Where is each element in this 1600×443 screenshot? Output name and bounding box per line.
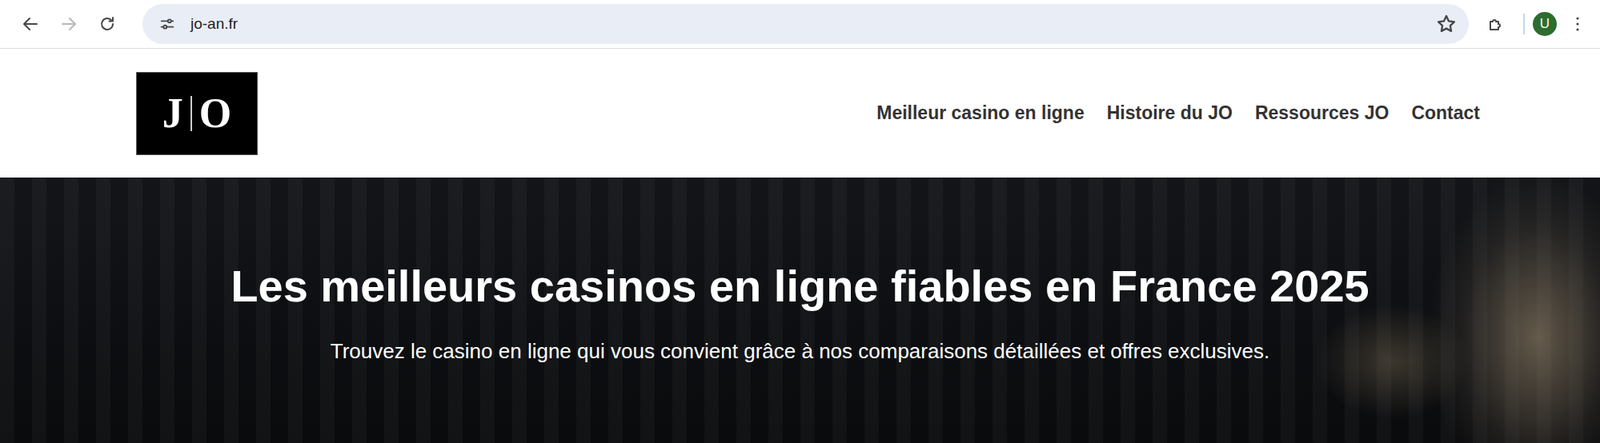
tune-icon [158,15,177,33]
back-button[interactable] [11,4,50,44]
kebab-menu-icon [1567,14,1588,34]
nav-link[interactable]: Contact [1411,102,1480,125]
star-icon [1435,12,1458,36]
browser-actions: U [1476,4,1591,44]
hero-title: Les meilleurs casinos en ligne fiables e… [230,260,1369,313]
main-nav: Meilleur casino en ligne Histoire du JO Re… [876,102,1480,125]
logo-letter: J [162,89,184,137]
site-info-button[interactable] [153,10,181,38]
menu-button[interactable] [1564,4,1591,44]
extensions-button[interactable] [1476,4,1516,44]
site-header: JO Meilleur casino en ligne Histoire du JO… [0,48,1600,178]
logo-letter: O [199,89,232,137]
nav-link[interactable]: Histoire du JO [1106,102,1233,125]
hero-subtitle: Trouvez le casino en ligne qui vous conv… [330,339,1271,365]
logo-divider [190,96,193,132]
url-text[interactable]: jo-an.fr [190,15,1426,33]
browser-toolbar: jo-an.fr U [0,0,1600,49]
back-arrow-icon [20,14,41,34]
reload-icon [97,14,117,34]
hero-banner: Les meilleurs casinos en ligne fiables e… [0,177,1600,443]
forward-button[interactable] [49,4,89,44]
nav-link[interactable]: Meilleur casino en ligne [876,102,1084,125]
reload-button[interactable] [88,4,127,44]
nav-link[interactable]: Ressources JO [1255,102,1389,125]
address-bar[interactable]: jo-an.fr [142,4,1469,45]
site-logo[interactable]: JO [136,72,258,156]
toolbar-separator [1523,13,1525,35]
puzzle-icon [1486,14,1506,34]
profile-avatar[interactable]: U [1532,12,1557,37]
forward-arrow-icon [59,14,79,34]
bookmark-button[interactable] [1435,12,1458,36]
